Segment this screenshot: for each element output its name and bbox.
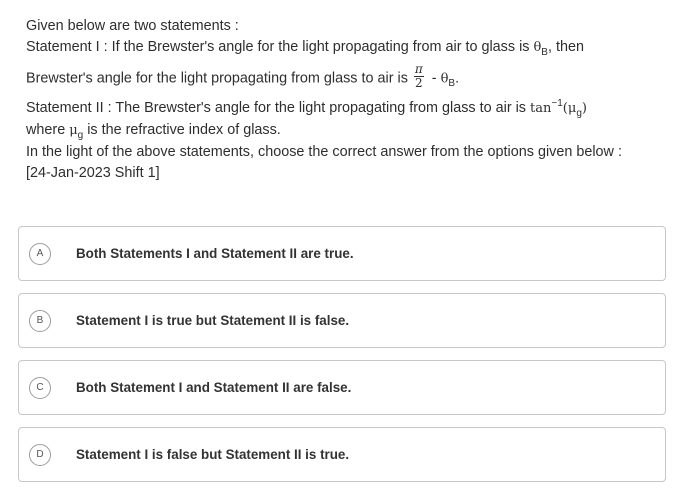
statement-one-line-2: Brewster's angle for the light propagati… [26,62,662,92]
statement-two-line-1: Statement II : The Brewster's angle for … [26,98,662,120]
option-c[interactable]: C Both Statement I and Statement II are … [18,360,666,415]
minus-sign: - [427,70,441,87]
period: . [455,70,460,87]
pi-over-two-fraction: π2 [413,62,424,90]
question-intro: Given below are two statements : [26,18,239,34]
option-b[interactable]: B Statement I is true but Statement II i… [18,293,666,348]
option-a[interactable]: A Both Statements I and Statement II are… [18,226,666,281]
question-text: Given below are two statements : Stateme… [26,16,662,184]
option-b-badge: B [29,309,51,332]
subscript-g: g [576,108,582,119]
superscript-minus-one: −1 [551,98,563,109]
tan-function: tan [530,101,552,116]
fraction-denominator-two: 2 [415,76,423,90]
option-a-badge: A [29,242,51,265]
fraction-numerator-pi: π [413,62,424,77]
question-instruction: In the light of the above statements, ch… [26,144,622,160]
option-c-badge: C [29,376,51,399]
subscript-g-2: g [77,130,84,141]
option-c-text: Both Statement I and Statement II are fa… [76,380,352,395]
option-a-text: Both Statements I and Statement II are t… [76,246,354,261]
question-source: [24-Jan-2023 Shift 1] [26,165,160,181]
statement-one-prefix: Statement I : If the Brewster's angle fo… [26,39,534,55]
statement-two-line2-suffix: is the refractive index of glass. [83,122,281,138]
mu-symbol-2: μ [69,123,78,138]
option-d-badge: D [29,443,51,466]
statement-two-prefix: Statement II : The Brewster's angle for … [26,100,531,116]
option-b-text: Statement I is true but Statement II is … [76,313,350,328]
subscript-b-2: B [448,78,456,90]
answer-options: A Both Statements I and Statement II are… [18,226,666,494]
option-d-text: Statement I is false but Statement II is… [76,447,350,462]
statement-two-line-2: where μg is the refractive index of glas… [26,120,662,142]
statement-one-line2-prefix: Brewster's angle for the light propagati… [26,70,412,87]
statement-two-line2-prefix: where [26,122,70,138]
option-d[interactable]: D Statement I is false but Statement II … [18,427,666,482]
statement-one-suffix: , then [547,39,584,55]
subscript-b: B [541,47,548,58]
close-paren: ) [581,101,587,116]
statement-one-line-1: Statement I : If the Brewster's angle fo… [26,37,662,59]
